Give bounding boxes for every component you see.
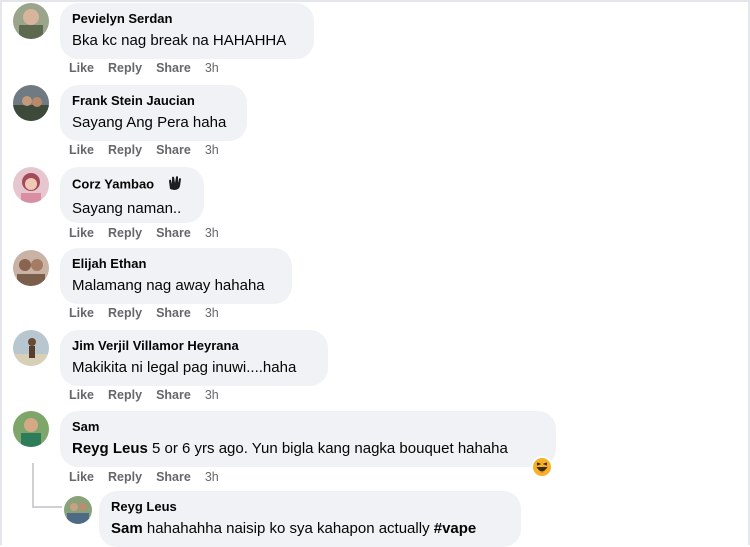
comment-text: Bka kc nag break na HAHAHHA <box>72 32 287 49</box>
reply-button[interactable]: Reply <box>108 388 142 402</box>
comment-text: 5 or 6 yrs ago. Yun bigla kang nagka bou… <box>147 440 508 457</box>
comment-actions: Like Reply Share 3h <box>69 305 219 321</box>
left-border <box>0 0 2 545</box>
comment-text-row: Sam hahahahha naisip ko sya kahapon actu… <box>111 519 509 539</box>
reply-button[interactable]: Reply <box>108 226 142 240</box>
avatar-photo <box>13 330 49 366</box>
comment-author[interactable]: Elijah Ethan <box>72 256 280 272</box>
avatar-photo <box>13 411 49 447</box>
comment-text: hahahahha naisip ko sya kahapon actually <box>142 520 434 537</box>
comment-author[interactable]: Frank Stein Jaucian <box>72 93 235 109</box>
comment-timestamp[interactable]: 3h <box>205 470 219 484</box>
comment-actions: Like Reply Share 3h <box>69 469 219 485</box>
top-border <box>0 0 750 2</box>
comment-bubble: Pevielyn Serdan Bka kc nag break na HAHA… <box>60 3 314 59</box>
avatar[interactable] <box>13 250 49 286</box>
avatar-photo <box>13 85 49 121</box>
comment-actions: Like Reply Share 3h <box>69 142 219 158</box>
share-button[interactable]: Share <box>156 143 191 157</box>
reply-button[interactable]: Reply <box>108 61 142 75</box>
like-button[interactable]: Like <box>69 143 94 157</box>
comment-timestamp[interactable]: 3h <box>205 306 219 320</box>
share-button[interactable]: Share <box>156 306 191 320</box>
comment-timestamp[interactable]: 3h <box>205 388 219 402</box>
like-button[interactable]: Like <box>69 470 94 484</box>
comment-actions: Like Reply Share 3h <box>69 387 219 403</box>
share-button[interactable]: Share <box>156 226 191 240</box>
reply-button[interactable]: Reply <box>108 470 142 484</box>
like-button[interactable]: Like <box>69 388 94 402</box>
reply-button[interactable]: Reply <box>108 306 142 320</box>
avatar[interactable] <box>64 496 92 524</box>
avatar-photo <box>64 496 92 524</box>
comment-bubble: Elijah Ethan Malamang nag away hahaha <box>60 248 292 304</box>
comment-timestamp[interactable]: 3h <box>205 61 219 75</box>
share-button[interactable]: Share <box>156 61 191 75</box>
avatar-photo <box>13 3 49 39</box>
comment-text: Sayang Ang Pera haha <box>72 114 227 131</box>
comment-text: Malamang nag away hahaha <box>72 277 265 294</box>
avatar[interactable] <box>13 411 49 447</box>
wave-hand-icon <box>166 175 184 195</box>
reply-button[interactable]: Reply <box>108 143 142 157</box>
comment-author[interactable]: Sam <box>72 419 544 435</box>
like-button[interactable]: Like <box>69 306 94 320</box>
comment-author[interactable]: Pevielyn Serdan <box>72 11 302 27</box>
comment-author-row: Corz Yambao <box>72 175 192 195</box>
reply-bubble: Reyg Leus Sam hahahahha naisip ko sya ka… <box>99 491 521 547</box>
haha-reaction-icon[interactable] <box>531 456 553 483</box>
mention-link[interactable]: Sam <box>111 520 143 537</box>
like-button[interactable]: Like <box>69 61 94 75</box>
avatar-photo <box>13 167 49 203</box>
comment-bubble: Corz Yambao Sayang naman.. <box>60 167 204 223</box>
comment-text-row: Reyg Leus 5 or 6 yrs ago. Yun bigla kang… <box>72 439 544 459</box>
comment-text: Makikita ni legal pag inuwi....haha <box>72 359 297 376</box>
comment-author[interactable]: Jim Verjil Villamor Heyrana <box>72 338 316 354</box>
avatar[interactable] <box>13 85 49 121</box>
like-button[interactable]: Like <box>69 226 94 240</box>
share-button[interactable]: Share <box>156 388 191 402</box>
mention-link[interactable]: Reyg Leus <box>72 440 148 457</box>
comment-author[interactable]: Reyg Leus <box>111 499 509 515</box>
avatar[interactable] <box>13 330 49 366</box>
comment-actions: Like Reply Share 3h <box>69 60 219 76</box>
comment-author[interactable]: Corz Yambao <box>72 176 154 191</box>
avatar[interactable] <box>13 167 49 203</box>
comment-text: Sayang naman.. <box>72 200 182 217</box>
avatar[interactable] <box>13 3 49 39</box>
avatar-photo <box>13 250 49 286</box>
comment-timestamp[interactable]: 3h <box>205 143 219 157</box>
hashtag-link[interactable]: #vape <box>434 520 477 537</box>
comment-bubble: Sam Reyg Leus 5 or 6 yrs ago. Yun bigla … <box>60 411 556 467</box>
comment-bubble: Frank Stein Jaucian Sayang Ang Pera haha <box>60 85 247 141</box>
comment-timestamp[interactable]: 3h <box>205 226 219 240</box>
thread-connector <box>32 463 34 508</box>
share-button[interactable]: Share <box>156 470 191 484</box>
thread-connector <box>32 506 62 508</box>
comment-bubble: Jim Verjil Villamor Heyrana Makikita ni … <box>60 330 328 386</box>
comment-actions: Like Reply Share 3h <box>69 225 219 241</box>
